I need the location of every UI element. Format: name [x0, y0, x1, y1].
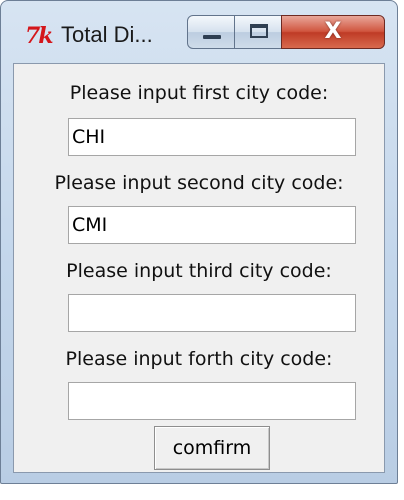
minimize-button[interactable]	[187, 15, 235, 49]
maximize-icon	[250, 24, 268, 38]
close-icon: X	[324, 19, 342, 44]
tk-feather-icon: 7k	[25, 23, 54, 49]
third-city-label: Please input third city code:	[66, 260, 332, 282]
minimize-icon	[203, 35, 221, 39]
title-bar[interactable]: 7k Total Di... X	[1, 1, 397, 57]
close-button[interactable]: X	[281, 15, 385, 49]
confirm-button[interactable]: comfirm	[154, 426, 270, 470]
window-title: Total Di...	[61, 22, 153, 47]
second-city-label: Please input second city code:	[54, 172, 344, 194]
app-window: 7k Total Di... X Please input first city…	[0, 0, 398, 484]
second-city-input[interactable]: CMI	[68, 206, 356, 244]
maximize-button[interactable]	[234, 15, 282, 49]
forth-city-label: Please input forth city code:	[65, 348, 333, 370]
first-city-label: Please input first city code:	[69, 82, 329, 104]
form-panel: Please input first city code: CHI Please…	[13, 63, 385, 473]
first-city-input[interactable]: CHI	[68, 118, 356, 156]
third-city-input[interactable]	[68, 294, 356, 332]
forth-city-input[interactable]	[68, 382, 356, 420]
